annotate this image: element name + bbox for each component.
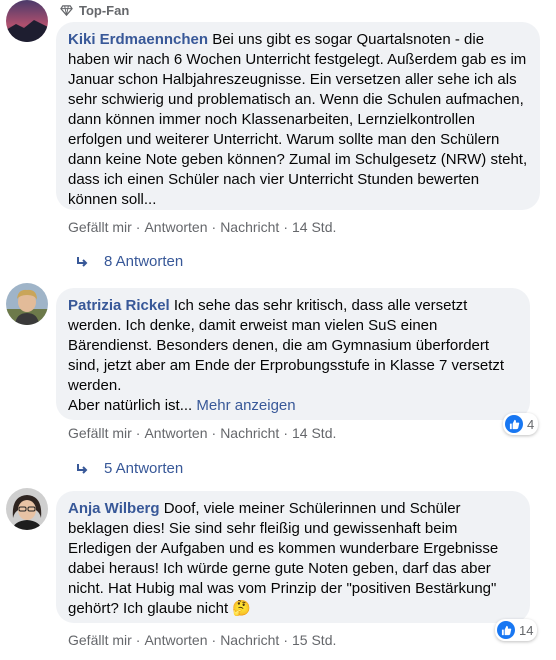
thinking-face-emoji: 🤔 — [232, 600, 251, 617]
top-fan-badge: Top-Fan — [60, 3, 129, 18]
reactions-pill[interactable]: 14 — [495, 619, 538, 641]
comment-text: Bei uns gibt es sogar Quartalsnoten - di… — [68, 31, 528, 208]
avatar[interactable] — [6, 488, 48, 530]
reply-link[interactable]: Antworten — [144, 425, 207, 441]
comment-text-truncated: Aber natürlich ist... — [68, 397, 193, 414]
timestamp[interactable]: 14 Std. — [292, 425, 336, 441]
comment-bubble: Anja Wilberg Doof, viele meiner Schüleri… — [56, 491, 530, 623]
badge-label: Top-Fan — [79, 3, 130, 18]
comment-author[interactable]: Anja Wilberg — [68, 500, 160, 517]
timestamp[interactable]: 15 Std. — [292, 632, 336, 648]
avatar[interactable] — [6, 283, 48, 325]
replies-count: 5 Antworten — [104, 460, 184, 477]
reply-link[interactable]: Antworten — [144, 219, 207, 235]
message-link[interactable]: Nachricht — [220, 425, 279, 441]
reply-link[interactable]: Antworten — [144, 632, 207, 648]
comment-bubble: Patrizia Rickel Ich sehe das sehr kritis… — [56, 288, 530, 420]
like-link[interactable]: Gefällt mir — [68, 632, 132, 648]
comment-actions: Gefällt mir · Antworten · Nachricht · 14 Std. — [68, 219, 337, 235]
timestamp[interactable]: 14 Std. — [292, 219, 336, 235]
comment-author[interactable]: Patrizia Rickel — [68, 297, 170, 314]
reply-arrow-icon — [77, 256, 88, 267]
comment-actions: Gefällt mir · Antworten · Nachricht · 15 Std. — [68, 632, 337, 648]
thumbs-up-icon — [505, 415, 523, 433]
reactions-pill[interactable]: 4 — [503, 413, 539, 435]
see-more-link[interactable]: Mehr anzeigen — [196, 397, 295, 414]
comment-author[interactable]: Kiki Erdmaennchen — [68, 31, 208, 48]
reply-arrow-icon — [77, 463, 88, 474]
comment-bubble: Kiki Erdmaennchen Bei uns gibt es sogar … — [56, 22, 540, 210]
diamond-icon — [60, 5, 73, 17]
replies-count: 8 Antworten — [104, 253, 184, 270]
message-link[interactable]: Nachricht — [220, 219, 279, 235]
view-replies-link[interactable]: 8 Antworten — [74, 253, 183, 270]
message-link[interactable]: Nachricht — [220, 632, 279, 648]
like-link[interactable]: Gefällt mir — [68, 425, 132, 441]
reaction-count: 4 — [527, 416, 535, 432]
like-link[interactable]: Gefällt mir — [68, 219, 132, 235]
comment-text: Doof, viele meiner Schülerinnen und Schü… — [68, 500, 499, 617]
avatar[interactable] — [6, 0, 48, 42]
view-replies-link[interactable]: 5 Antworten — [74, 460, 183, 477]
reaction-count: 14 — [519, 622, 534, 638]
thumbs-up-icon — [497, 621, 515, 639]
comment-actions: Gefällt mir · Antworten · Nachricht · 14 Std. — [68, 425, 337, 441]
